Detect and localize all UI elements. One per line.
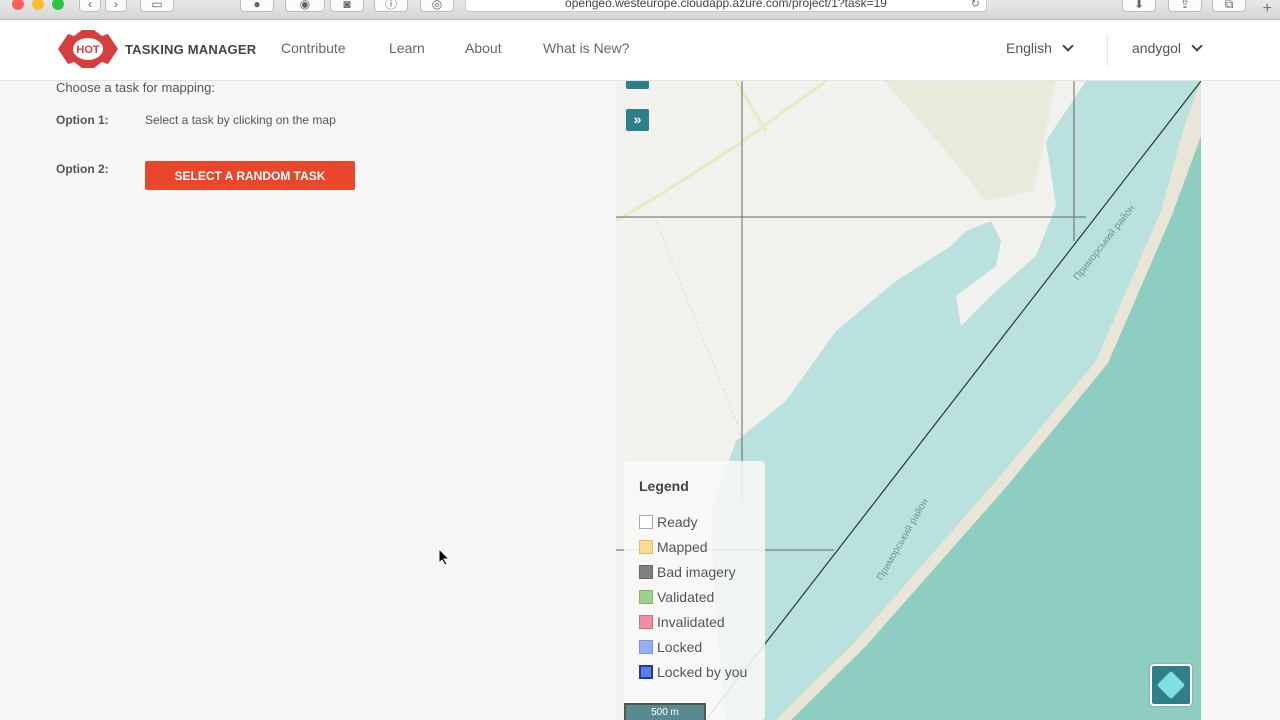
chevron-down-icon — [1062, 40, 1074, 52]
legend-label: Invalidated — [657, 614, 725, 630]
map-control-button[interactable] — [626, 81, 649, 89]
map-scale: 500 m — [624, 703, 706, 720]
back-icon[interactable]: ‹ — [79, 0, 101, 12]
locked-swatch — [639, 640, 653, 654]
option1-label: Option 1: — [56, 113, 109, 127]
address-bar[interactable]: opengeo.westeurope.cloudapp.azure.com/pr… — [465, 0, 987, 12]
locked-by-you-swatch — [639, 665, 653, 679]
legend-item-ready: Ready — [639, 513, 697, 531]
bad-imagery-swatch — [639, 565, 653, 579]
legend-label: Locked by you — [657, 664, 748, 680]
legend-item-invalidated: Invalidated — [639, 613, 725, 631]
layers-button[interactable] — [1150, 664, 1192, 706]
camera-icon[interactable]: ◙ — [330, 0, 364, 12]
brand-name[interactable]: TASKING MANAGER — [125, 42, 256, 57]
option1-text: Select a task by clicking on the map — [145, 113, 336, 127]
browser-toolbar: ‹ › ▭ ● ◉ ◙ ⓘ ◎ opengeo.westeurope.cloud… — [0, 0, 1280, 20]
close-window-button[interactable] — [12, 0, 24, 10]
minimize-window-button[interactable] — [32, 0, 44, 10]
site-header: HOT TASKING MANAGER Contribute Learn Abo… — [0, 20, 1280, 81]
legend-label: Locked — [657, 639, 703, 655]
username: andygol — [1132, 40, 1182, 56]
adblock-icon[interactable]: ◉ — [285, 0, 325, 12]
zoom-window-button[interactable] — [52, 0, 64, 10]
legend-item-validated: Validated — [639, 588, 714, 606]
legend-label: Ready — [657, 514, 698, 530]
chevron-down-icon — [1191, 40, 1203, 52]
reload-icon[interactable]: ↻ — [971, 0, 980, 10]
ready-swatch — [639, 515, 653, 529]
legend-item-locked-by-you: Locked by you — [639, 663, 747, 681]
new-tab-icon[interactable]: + — [1263, 0, 1272, 18]
language-label: English — [1006, 40, 1052, 56]
grammar-icon[interactable]: ◎ — [420, 0, 454, 12]
validated-swatch — [639, 590, 653, 604]
choose-task-heading: Choose a task for mapping: — [56, 80, 215, 95]
info-icon[interactable]: ⓘ — [374, 0, 408, 12]
nav-contribute[interactable]: Contribute — [281, 40, 346, 56]
legend-label: Mapped — [657, 539, 708, 555]
downloads-icon[interactable]: ⬇ — [1122, 0, 1156, 12]
invalidated-swatch — [639, 615, 653, 629]
nav-learn[interactable]: Learn — [389, 40, 425, 56]
legend-label: Validated — [657, 589, 715, 605]
mapped-swatch — [639, 540, 653, 554]
legend-label: Bad imagery — [657, 564, 736, 580]
sidebar-icon[interactable]: ▭ — [140, 0, 174, 12]
language-selector[interactable]: English — [1006, 40, 1074, 56]
forward-icon[interactable]: › — [105, 0, 127, 12]
user-menu[interactable]: andygol — [1132, 40, 1203, 56]
task-map[interactable]: Приморський район Приморський район » Le… — [616, 81, 1201, 720]
logo-text: HOT — [76, 44, 100, 56]
extension-icon[interactable]: ● — [240, 0, 274, 12]
select-random-task-button[interactable]: SELECT A RANDOM TASK — [145, 161, 355, 190]
tabs-icon[interactable]: ⧉ — [1212, 0, 1246, 12]
mouse-cursor-icon — [438, 548, 450, 566]
nav-whats-new[interactable]: What is New? — [543, 40, 629, 56]
option2-label: Option 2: — [56, 162, 109, 176]
url-text: opengeo.westeurope.cloudapp.azure.com/pr… — [565, 0, 887, 10]
hot-logo[interactable]: HOT — [58, 30, 118, 68]
legend-title: Legend — [639, 478, 689, 494]
map-legend: Legend Ready Mapped Bad imagery Validate… — [624, 461, 765, 720]
legend-item-locked: Locked — [639, 638, 702, 656]
expand-map-button[interactable]: » — [626, 109, 649, 131]
share-icon[interactable]: ⇪ — [1168, 0, 1202, 12]
layers-icon — [1156, 670, 1186, 700]
header-divider — [1107, 36, 1108, 66]
nav-about[interactable]: About — [465, 40, 502, 56]
legend-item-bad-imagery: Bad imagery — [639, 563, 736, 581]
legend-item-mapped: Mapped — [639, 538, 708, 556]
